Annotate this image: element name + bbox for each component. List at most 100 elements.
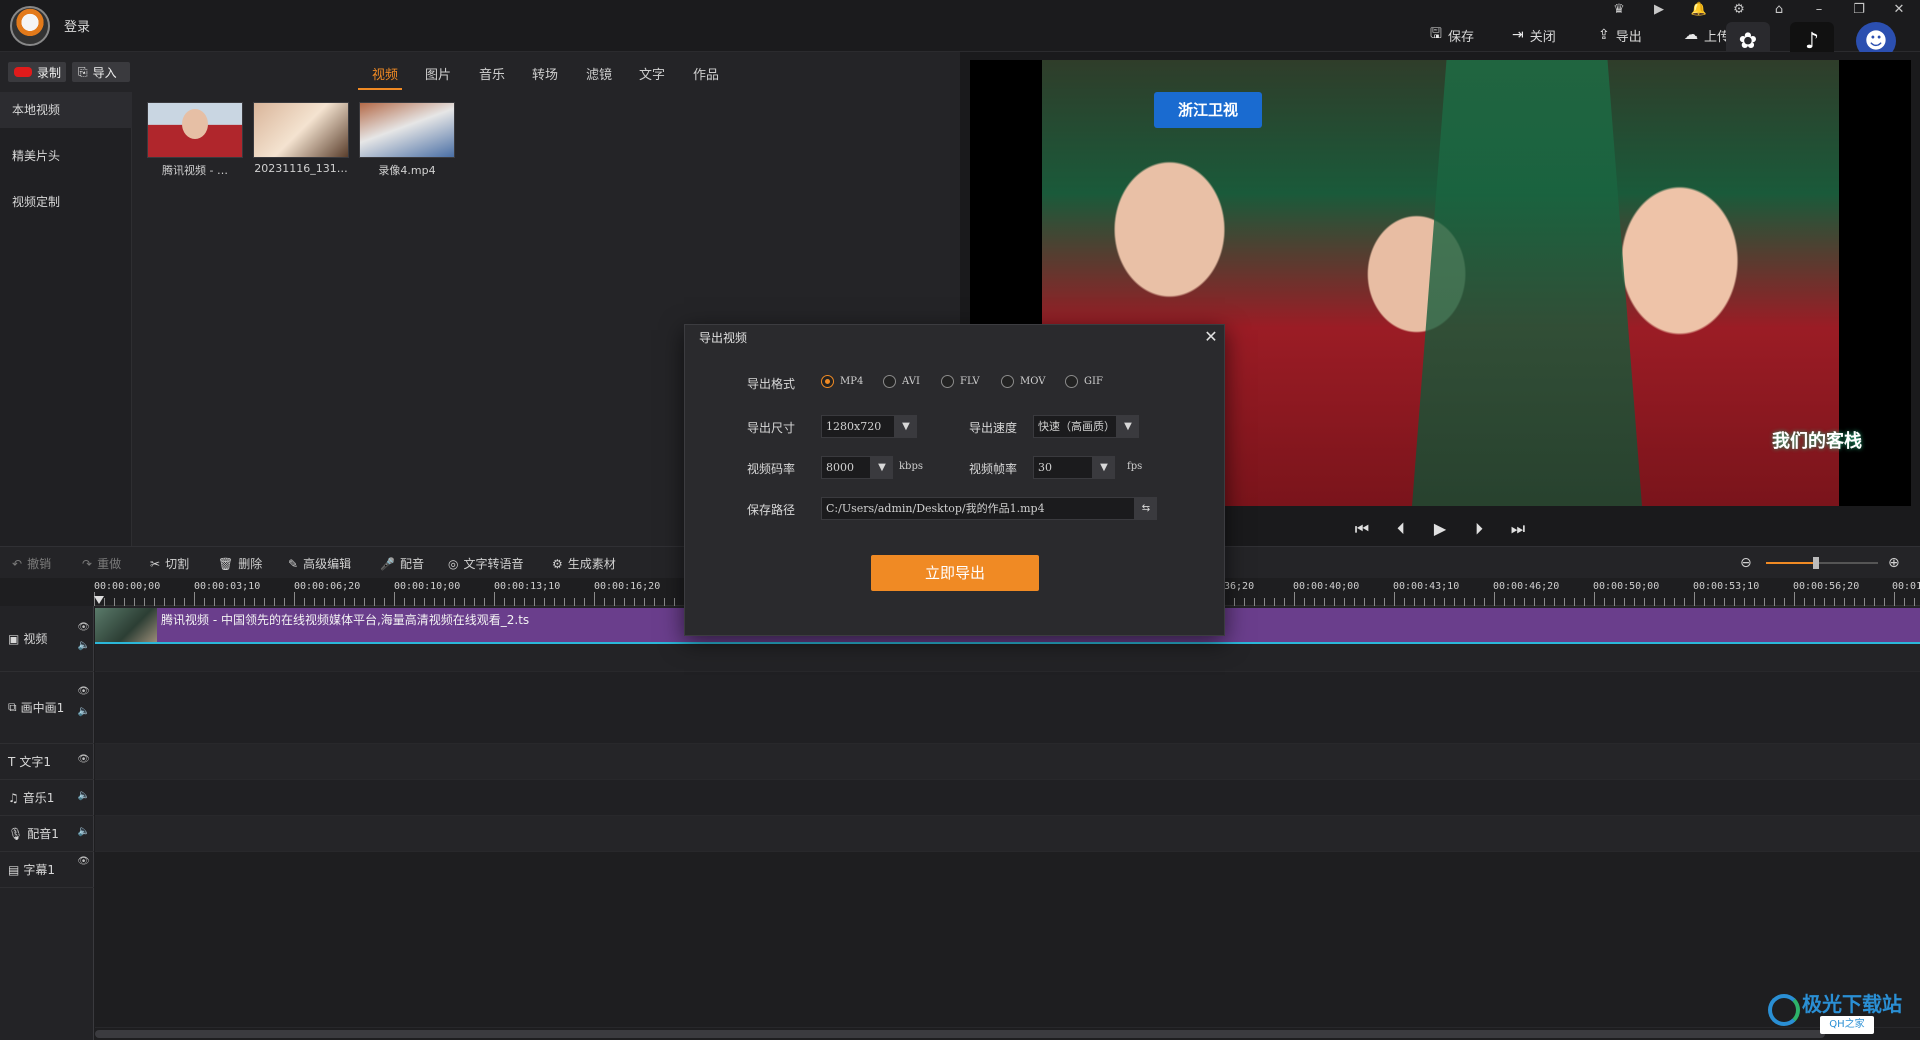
media-thumbnail[interactable] [359, 102, 455, 158]
track-header-subtitle[interactable]: ▤ 字幕1 👁 [0, 852, 94, 888]
subtitle-track-lane[interactable] [95, 852, 1920, 1028]
format-radio-flv[interactable]: FLV [941, 375, 980, 388]
sidebar-item-intro-templates[interactable]: 精美片头 [0, 138, 132, 174]
track-headers: ▣ 视频 👁 🔈 ⧉ 画中画1 👁 🔈 T 文字1 👁 ♫ 音乐1 🔈 🎙 配音1 🔈 ▤… [0, 606, 94, 1040]
media-thumbnail[interactable] [147, 102, 243, 158]
fps-dropdown-arrow-icon[interactable]: ▼ [1093, 456, 1115, 479]
text-track-lane[interactable] [95, 744, 1920, 780]
media-file-name: 20231116_131… [254, 162, 348, 175]
size-select[interactable]: 1280x720 [821, 415, 895, 438]
zoom-in-icon[interactable]: ⊕ [1888, 555, 1900, 571]
track-header-pip[interactable]: ⧉ 画中画1 👁 🔈 [0, 672, 94, 744]
track-header-text[interactable]: T 文字1 👁 [0, 744, 94, 780]
settings-gear-icon[interactable]: ⚙ [1728, 2, 1750, 18]
delete-button[interactable]: 🗑 删除 [218, 555, 262, 572]
eye-icon[interactable]: 👁 [77, 622, 90, 633]
undo-button[interactable]: ↶ 撤销 [12, 555, 51, 572]
tab-video[interactable]: 视频 [372, 64, 398, 83]
format-radio-mov[interactable]: MOV [1001, 375, 1045, 388]
speed-select[interactable]: 快速（高画质） [1033, 415, 1117, 438]
track-header-music[interactable]: ♫ 音乐1 🔈 [0, 780, 94, 816]
tab-works[interactable]: 作品 [693, 64, 719, 83]
dub-track-lane[interactable] [95, 816, 1920, 852]
music-track-icon: ♫ [8, 790, 19, 805]
bitrate-select[interactable]: 8000 [821, 456, 871, 479]
play-icon[interactable]: ▶ [1427, 516, 1453, 542]
save-button[interactable]: 🖫 保存 [1430, 24, 1474, 46]
advanced-edit-button[interactable]: ✎ 高级编辑 [288, 555, 351, 572]
fps-select[interactable]: 30 [1033, 456, 1093, 479]
close-project-button[interactable]: ⇥ 关闭 [1512, 24, 1556, 46]
media-file-name: 录像4.mp4 [378, 164, 436, 177]
record-button[interactable]: 录制 [8, 62, 66, 82]
tab-text[interactable]: 文字 [639, 64, 665, 83]
login-link[interactable]: 登录 [64, 16, 90, 35]
step-back-icon[interactable]: ⏴ [1388, 516, 1414, 542]
ruler-tick-label: 00:00:13;10 [494, 581, 561, 592]
vip-crown-icon[interactable]: ♛ [1608, 2, 1630, 18]
eye-icon[interactable]: 👁 [77, 686, 90, 697]
music-track-lane[interactable] [95, 780, 1920, 816]
track-name: 画中画1 [20, 701, 65, 715]
record-label: 录制 [37, 65, 62, 80]
dialog-close-icon[interactable]: ✕ [1198, 325, 1224, 349]
import-icon: ⎘ [78, 64, 88, 79]
tab-transition[interactable]: 转场 [532, 64, 558, 83]
eye-icon[interactable]: 👁 [77, 856, 90, 867]
media-thumbnail[interactable] [253, 102, 349, 158]
generate-material-button[interactable]: ⚙ 生成素材 [552, 555, 616, 572]
save-path-input[interactable]: C:/Users/admin/Desktop/我的作品1.mp4 [821, 497, 1135, 520]
speed-dropdown-arrow-icon[interactable]: ▼ [1117, 415, 1139, 438]
zoom-slider-handle[interactable] [1813, 557, 1820, 569]
import-button[interactable]: ⎘ 导入 [72, 62, 130, 82]
text-to-speech-button[interactable]: ◎ 文字转语音 [448, 555, 524, 572]
speaker-icon[interactable]: 🔈 [78, 706, 90, 717]
cloud-upload-icon: ☁ [1684, 27, 1698, 43]
sidebar-item-custom-video[interactable]: 视频定制 [0, 184, 132, 220]
export-now-button[interactable]: 立即导出 [871, 555, 1039, 591]
track-name: 字幕1 [23, 863, 55, 877]
track-header-dub[interactable]: 🎙 配音1 🔈 [0, 816, 94, 852]
format-radio-avi[interactable]: AVI [883, 375, 920, 388]
eye-icon[interactable]: 👁 [77, 754, 90, 765]
notification-bell-icon[interactable]: 🔔 [1688, 2, 1710, 18]
playhead[interactable] [94, 596, 104, 604]
zoom-slider[interactable] [1766, 557, 1878, 569]
tab-image[interactable]: 图片 [425, 64, 451, 83]
cut-button[interactable]: ✂ 切割 [150, 555, 189, 572]
format-radio-gif[interactable]: GIF [1065, 375, 1103, 388]
dub-button[interactable]: 🎤 配音 [380, 555, 424, 572]
track-header-video[interactable]: ▣ 视频 👁 🔈 [0, 606, 94, 672]
speaker-icon[interactable]: 🔈 [78, 640, 90, 651]
speaker-icon[interactable]: 🔈 [78, 826, 90, 837]
sidebar-item-local-video[interactable]: 本地视频 [0, 92, 132, 128]
pip-track-lane[interactable] [95, 672, 1920, 744]
format-option-label: MOV [1020, 376, 1046, 387]
close-window-icon[interactable]: ✕ [1888, 2, 1910, 18]
redo-button[interactable]: ↷ 重做 [82, 555, 121, 572]
tab-filter[interactable]: 滤镜 [586, 64, 612, 83]
app-logo-avatar[interactable] [10, 6, 50, 46]
browse-folder-icon[interactable]: ⇆ [1135, 497, 1157, 520]
speaker-icon[interactable]: 🔈 [78, 790, 90, 801]
restore-window-icon[interactable]: ❐ [1848, 2, 1870, 18]
record-icon [14, 67, 32, 77]
format-radio-mp4[interactable]: MP4 [821, 375, 863, 388]
step-forward-icon[interactable]: ⏵ [1466, 516, 1492, 542]
share-export-icon: ⇪ [1598, 27, 1610, 43]
ruler-tick-label: 00:00:03;10 [194, 581, 261, 592]
size-dropdown-arrow-icon[interactable]: ▼ [895, 415, 917, 438]
home-icon[interactable]: ⌂ [1768, 2, 1790, 18]
upload-button[interactable]: ☁ 上传 [1684, 24, 1730, 46]
video-tutorial-icon[interactable]: ▶ [1648, 2, 1670, 18]
track-name: 音乐1 [22, 791, 55, 805]
radio-dot [941, 375, 954, 388]
zoom-out-icon[interactable]: ⊖ [1740, 555, 1752, 571]
timeline-horizontal-scrollbar[interactable] [95, 1030, 1825, 1038]
skip-to-start-icon[interactable]: ⏮ [1349, 516, 1375, 542]
export-button[interactable]: ⇪ 导出 [1598, 24, 1642, 46]
tab-music[interactable]: 音乐 [479, 64, 505, 83]
minimize-icon[interactable]: – [1808, 2, 1830, 18]
skip-to-end-icon[interactable]: ⏭ [1505, 516, 1531, 542]
bitrate-dropdown-arrow-icon[interactable]: ▼ [871, 456, 893, 479]
